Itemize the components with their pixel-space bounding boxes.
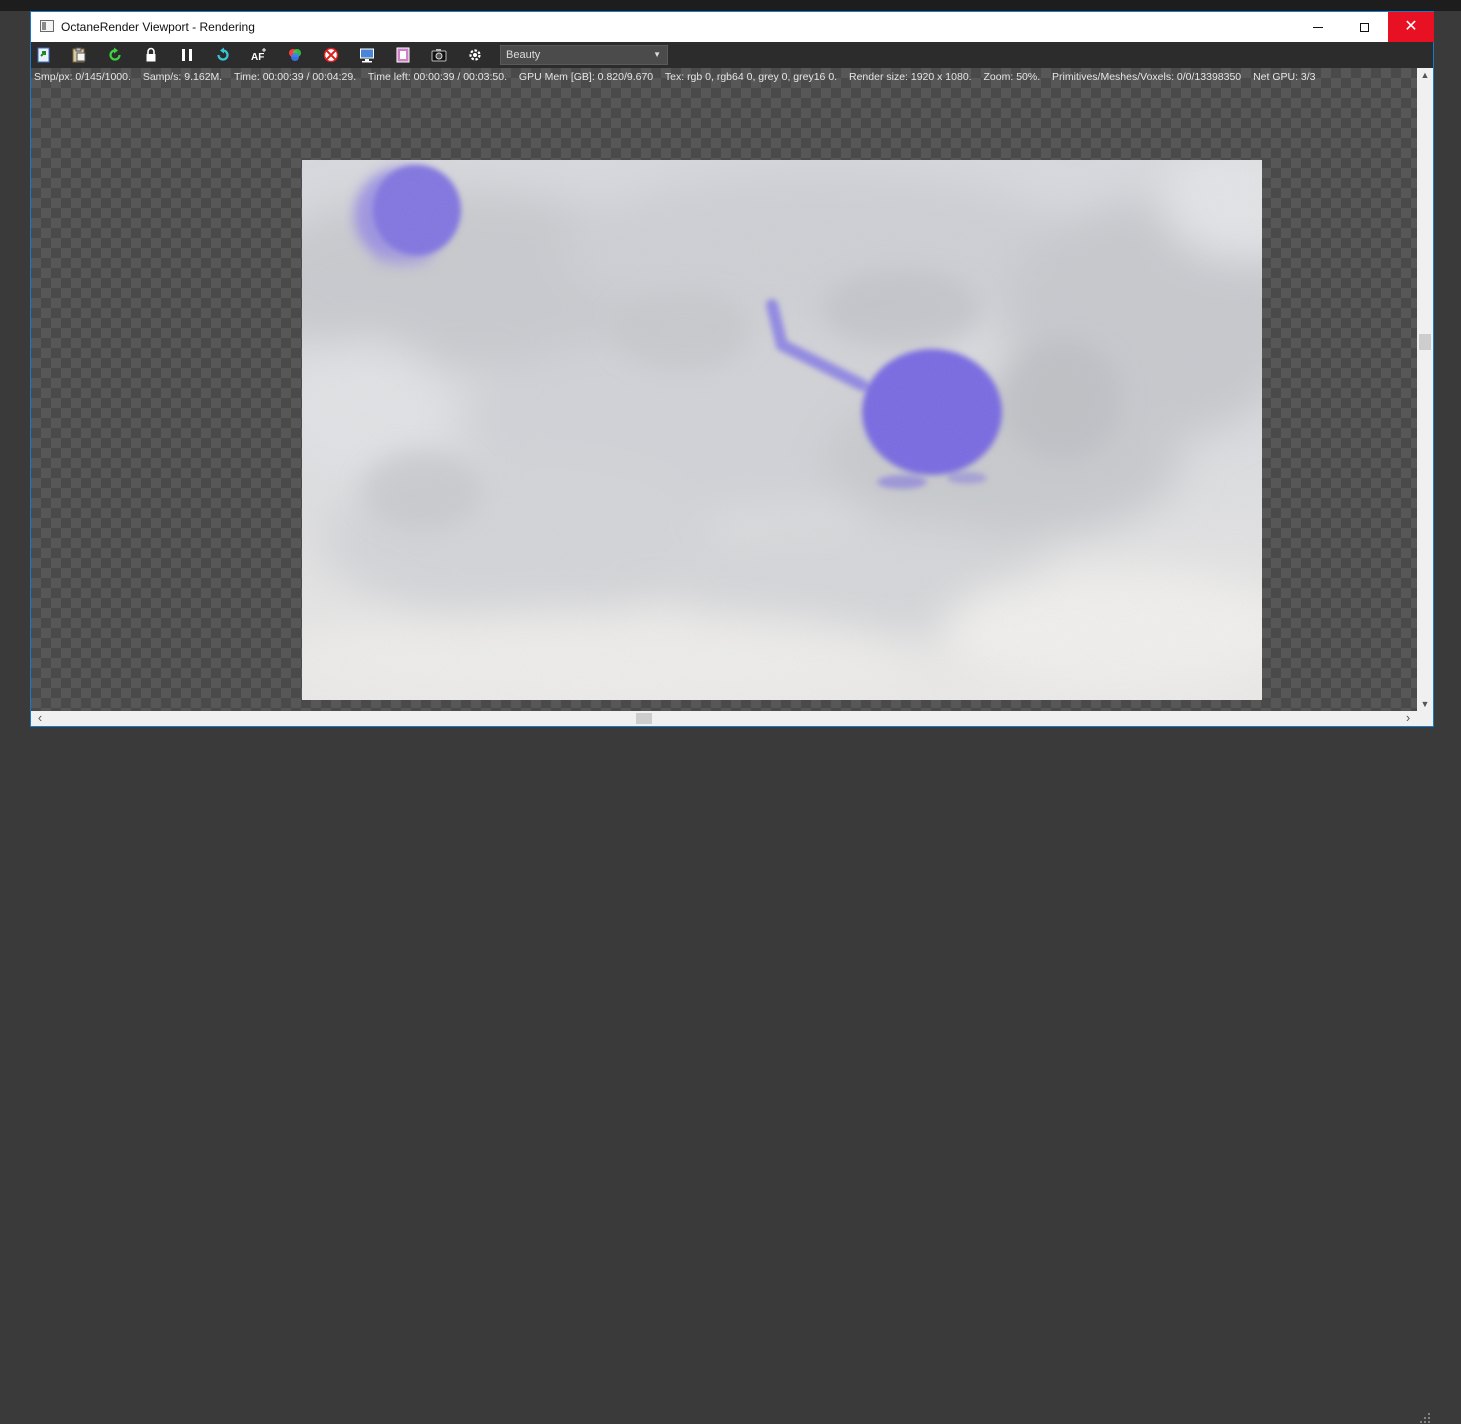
pause-icon (182, 49, 192, 61)
display-button[interactable] (358, 46, 376, 64)
film-button[interactable] (394, 46, 412, 64)
camera-icon (431, 49, 447, 62)
horizontal-scrollbar[interactable]: ‹ › (31, 711, 1433, 1423)
svg-text:AF: AF (251, 52, 264, 63)
resize-grip-icon[interactable] (1419, 1412, 1431, 1424)
minimize-button[interactable] (1295, 12, 1341, 42)
lock-button[interactable] (142, 46, 160, 64)
region-button[interactable] (322, 46, 340, 64)
color-picker-icon (289, 49, 301, 61)
scroll-down-icon[interactable]: ▼ (1417, 697, 1433, 711)
title-bar[interactable]: OctaneRender Viewport - Rendering ✕ (31, 12, 1434, 42)
stat-primitives: Primitives/Meshes/Voxels: 0/0/13398350 (1052, 71, 1242, 83)
render-viewport[interactable]: Smp/px: 0/145/1000. Samp/s: 9.162M. Time… (31, 68, 1417, 711)
toolbar: AF Beauty ▼ (31, 42, 1433, 68)
minimize-icon (1313, 26, 1323, 28)
maximize-icon (1359, 22, 1369, 32)
stat-gpu-memory: GPU Mem [GB]: 0.820/9.670 (518, 71, 654, 83)
reset-camera-button[interactable] (214, 46, 232, 64)
horizontal-scroll-thumb[interactable] (636, 713, 652, 724)
stat-time-left: Time left: 00:00:39 / 00:03:50. (367, 71, 507, 83)
desktop-strip (0, 0, 1461, 11)
render-pass-value: Beauty (506, 49, 541, 61)
vertical-scrollbar[interactable]: ▲ ▼ (1417, 68, 1433, 711)
close-icon: ✕ (1404, 18, 1418, 35)
window-title: OctaneRender Viewport - Rendering (61, 20, 255, 34)
render-image[interactable] (302, 160, 1262, 700)
stat-textures: Tex: rgb 0, rgb64 0, grey 0, grey16 0. (664, 71, 838, 83)
scroll-left-icon[interactable]: ‹ (33, 711, 47, 726)
restart-render-button[interactable] (106, 46, 124, 64)
clipboard-icon (72, 47, 86, 63)
chevron-down-icon: ▼ (653, 50, 661, 59)
export-icon (37, 47, 50, 63)
restart-icon (109, 47, 121, 61)
color-picker-button[interactable] (286, 46, 304, 64)
reset-camera-icon (217, 47, 229, 61)
stat-zoom: Zoom: 50%. (983, 71, 1041, 83)
stat-net-gpu: Net GPU: 3/3 (1253, 71, 1316, 83)
pause-button[interactable] (178, 46, 196, 64)
render-statistics: Smp/px: 0/145/1000. Samp/s: 9.162M. Time… (34, 71, 1325, 83)
stat-samples-per-second: Samp/s: 9.162M. (142, 71, 223, 83)
maximize-button[interactable] (1341, 12, 1387, 42)
settings-button[interactable] (466, 46, 484, 64)
camera-button[interactable] (430, 46, 448, 64)
stat-time: Time: 00:00:39 / 00:04:29. (233, 71, 357, 83)
app-icon (40, 20, 54, 32)
close-button[interactable]: ✕ (1388, 12, 1434, 42)
autofocus-button[interactable]: AF (250, 46, 268, 64)
scroll-right-icon[interactable]: › (1401, 711, 1415, 726)
autofocus-icon: AF (251, 48, 266, 63)
lock-icon (146, 47, 156, 62)
region-icon (323, 47, 339, 63)
film-icon (396, 47, 410, 63)
export-button[interactable] (35, 46, 53, 64)
copy-button[interactable] (70, 46, 88, 64)
vertical-scroll-thumb[interactable] (1419, 334, 1431, 350)
settings-icon (469, 49, 481, 61)
stat-render-size: Render size: 1920 x 1080. (849, 71, 972, 83)
render-pass-dropdown[interactable]: Beauty ▼ (500, 45, 668, 65)
scroll-up-icon[interactable]: ▲ (1417, 68, 1433, 82)
stat-samples-per-pixel: Smp/px: 0/145/1000. (34, 71, 131, 83)
viewport-window: OctaneRender Viewport - Rendering ✕ AF B… (30, 11, 1434, 1423)
display-icon (360, 48, 374, 63)
